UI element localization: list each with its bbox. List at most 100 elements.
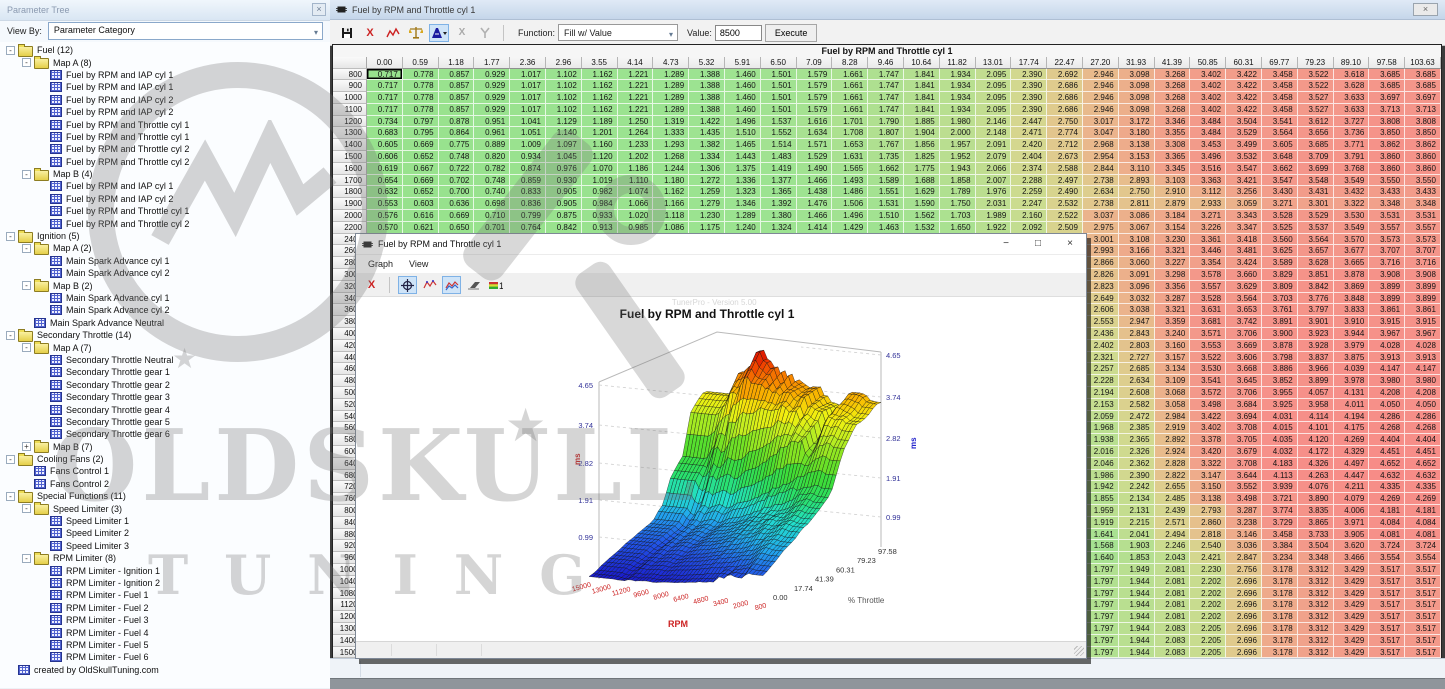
table-cell[interactable]: 3.669: [1226, 340, 1262, 352]
table-cell[interactable]: 2.402: [1083, 340, 1119, 352]
table-cell[interactable]: 1.443: [725, 151, 761, 163]
table-cell[interactable]: 2.031: [976, 198, 1012, 210]
tree-item[interactable]: -RPM Limiter (8): [2, 552, 330, 564]
table-cell[interactable]: 3.527: [1298, 104, 1334, 116]
table-cell[interactable]: 3.345: [1155, 163, 1191, 175]
table-cell[interactable]: 3.178: [1262, 588, 1298, 600]
table-cell[interactable]: 1.166: [653, 198, 689, 210]
table-cell[interactable]: 1.272: [689, 175, 725, 187]
table-cell[interactable]: 3.178: [1262, 564, 1298, 576]
table-cell[interactable]: 2.081: [1155, 599, 1191, 611]
table-cell[interactable]: 2.246: [1155, 540, 1191, 552]
row-header[interactable]: 2000: [333, 210, 367, 222]
table-cell[interactable]: 1.919: [1083, 517, 1119, 529]
table-cell[interactable]: 1.934: [940, 92, 976, 104]
table-cell[interactable]: 3.697: [1369, 92, 1405, 104]
table-cell[interactable]: 2.532: [1047, 198, 1083, 210]
table-cell[interactable]: 4.076: [1298, 481, 1334, 493]
table-cell[interactable]: 3.178: [1262, 647, 1298, 659]
table-cell[interactable]: 4.286: [1405, 411, 1441, 423]
table-cell[interactable]: 3.067: [1119, 222, 1155, 234]
column-header[interactable]: 79.23: [1298, 57, 1334, 69]
table-cell[interactable]: 3.850: [1369, 127, 1405, 139]
table-cell[interactable]: 0.929: [474, 80, 510, 92]
table-cell[interactable]: 2.153: [1083, 399, 1119, 411]
table-cell[interactable]: 3.522: [1298, 69, 1334, 81]
table-cell[interactable]: 3.429: [1334, 564, 1370, 576]
table-cell[interactable]: 3.923: [1298, 328, 1334, 340]
table-cell[interactable]: 3.312: [1298, 611, 1334, 623]
expand-toggle[interactable]: -: [6, 492, 15, 501]
axis-value-dropdown-button[interactable]: [429, 24, 449, 42]
table-cell[interactable]: 1.333: [653, 127, 689, 139]
table-cell[interactable]: 0.632: [367, 186, 403, 198]
table-cell[interactable]: 3.522: [1298, 80, 1334, 92]
table-cell[interactable]: 3.665: [1334, 257, 1370, 269]
table-cell[interactable]: 2.818: [1190, 529, 1226, 541]
table-cell[interactable]: 3.570: [1334, 234, 1370, 246]
column-header[interactable]: 89.10: [1334, 57, 1370, 69]
table-cell[interactable]: 2.385: [1119, 422, 1155, 434]
table-cell[interactable]: 3.679: [1226, 446, 1262, 458]
table-cell[interactable]: 1.346: [725, 198, 761, 210]
table-cell[interactable]: 3.430: [1262, 186, 1298, 198]
table-cell[interactable]: 3.017: [1083, 116, 1119, 128]
tree-item[interactable]: Secondary Throttle gear 6: [2, 428, 330, 440]
table-cell[interactable]: 3.271: [1262, 198, 1298, 210]
table-cell[interactable]: 3.557: [1405, 222, 1441, 234]
table-cell[interactable]: 3.184: [1155, 210, 1191, 222]
table-cell[interactable]: 2.081: [1155, 576, 1191, 588]
table-cell[interactable]: 1.102: [546, 104, 582, 116]
table-cell[interactable]: 1.388: [689, 92, 725, 104]
expand-toggle[interactable]: -: [6, 232, 15, 241]
table-cell[interactable]: 1.747: [868, 104, 904, 116]
table-cell[interactable]: 2.750: [1119, 186, 1155, 198]
table-cell[interactable]: 4.652: [1405, 458, 1441, 470]
table-cell[interactable]: 4.326: [1298, 458, 1334, 470]
table-cell[interactable]: 2.228: [1083, 375, 1119, 387]
table-cell[interactable]: 2.727: [1119, 352, 1155, 364]
table-cell[interactable]: 3.628: [1298, 257, 1334, 269]
table-cell[interactable]: 0.778: [403, 104, 439, 116]
table-cell[interactable]: 1.944: [1119, 611, 1155, 623]
table-cell[interactable]: 0.976: [546, 163, 582, 175]
table-cell[interactable]: 3.146: [1226, 529, 1262, 541]
table-cell[interactable]: 1.180: [653, 175, 689, 187]
table-cell[interactable]: 1.797: [1083, 576, 1119, 588]
table-cell[interactable]: 1.201: [582, 127, 618, 139]
table-cell[interactable]: 3.878: [1262, 340, 1298, 352]
table-cell[interactable]: 2.946: [1083, 104, 1119, 116]
table-cell[interactable]: 3.238: [1226, 517, 1262, 529]
table-cell[interactable]: 2.879: [1155, 198, 1191, 210]
table-cell[interactable]: 2.696: [1226, 576, 1262, 588]
table-cell[interactable]: 3.564: [1298, 234, 1334, 246]
table-cell[interactable]: 1.747: [868, 92, 904, 104]
tree-item[interactable]: RPM Limiter - Fuel 6: [2, 651, 330, 663]
table-cell[interactable]: 0.795: [403, 127, 439, 139]
table-cell[interactable]: 3.517: [1405, 564, 1441, 576]
table-cell[interactable]: 1.944: [1119, 647, 1155, 659]
table-cell[interactable]: 3.913: [1369, 352, 1405, 364]
table-cell[interactable]: 2.490: [1047, 186, 1083, 198]
table-cell[interactable]: 2.582: [1119, 399, 1155, 411]
table-cell[interactable]: 3.348: [1298, 552, 1334, 564]
column-header[interactable]: 31.93: [1119, 57, 1155, 69]
table-cell[interactable]: 2.160: [1011, 210, 1047, 222]
table-cell[interactable]: 3.716: [1369, 257, 1405, 269]
table-cell[interactable]: 2.205: [1190, 647, 1226, 659]
table-cell[interactable]: 3.230: [1155, 234, 1191, 246]
table-cell[interactable]: 3.096: [1119, 281, 1155, 293]
table-cell[interactable]: 2.844: [1083, 163, 1119, 175]
column-header[interactable]: 17.74: [1011, 57, 1047, 69]
expand-toggle[interactable]: -: [22, 244, 31, 253]
table-cell[interactable]: 3.354: [1190, 257, 1226, 269]
table-cell[interactable]: 3.628: [1334, 80, 1370, 92]
table-cell[interactable]: 1.858: [940, 175, 976, 187]
table-cell[interactable]: 3.557: [1369, 222, 1405, 234]
table-cell[interactable]: 3.466: [1334, 552, 1370, 564]
table-cell[interactable]: 2.954: [1083, 151, 1119, 163]
table-cell[interactable]: 3.418: [1226, 234, 1262, 246]
table-cell[interactable]: 1.949: [1119, 564, 1155, 576]
table-cell[interactable]: 1.017: [510, 92, 546, 104]
tree-item[interactable]: Fans Control 2: [2, 478, 330, 490]
